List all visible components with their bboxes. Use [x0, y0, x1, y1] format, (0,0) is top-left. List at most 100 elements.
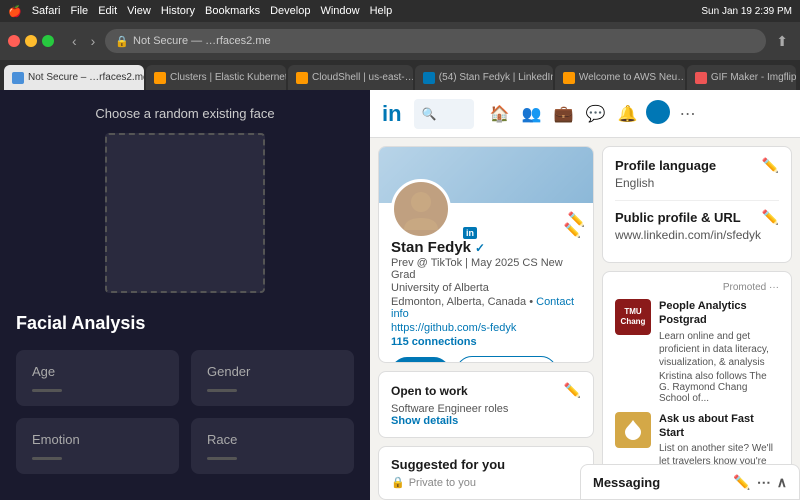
- messaging-compose-icon[interactable]: ✏️: [733, 474, 750, 491]
- promo-desc-tmu: Learn online and get proficient in data …: [659, 330, 779, 369]
- age-value: [32, 389, 62, 392]
- nav-home-icon[interactable]: 🏠: [486, 100, 514, 128]
- promoted-label: Promoted ···: [615, 282, 779, 293]
- choose-face-label: Choose a random existing face: [95, 106, 274, 121]
- tab-label-linkedin: (54) Stan Fedyk | LinkedIn: [439, 72, 553, 83]
- github-link[interactable]: https://github.com/s-fedyk: [391, 322, 581, 334]
- help-menu[interactable]: Help: [370, 5, 393, 17]
- verified-icon: ✓: [475, 241, 485, 255]
- develop-menu[interactable]: Develop: [270, 5, 310, 17]
- otw-title: Open to work: [391, 384, 468, 398]
- otw-role: Software Engineer roles: [391, 403, 581, 415]
- profile-language-value: English: [615, 176, 779, 190]
- linkedin-panel: in 🔍 🏠 👥 💼 💬 🔔 ⋯ ✏️: [370, 90, 800, 500]
- race-card: Race: [191, 418, 354, 474]
- tab-favicon-cloudshell: [296, 72, 308, 84]
- add-profile-section-button[interactable]: Add profile section: [456, 356, 558, 363]
- view-menu[interactable]: View: [127, 5, 151, 17]
- promo-title-airbnb[interactable]: Ask us about Fast Start: [659, 412, 779, 441]
- browser-tabs: Not Secure – …rfaces2.me Clusters | Elas…: [0, 60, 800, 90]
- nav-network-icon[interactable]: 👥: [518, 100, 546, 128]
- profile-language-section: Profile language ✏️ English: [615, 157, 779, 190]
- public-profile-edit-icon[interactable]: ✏️: [762, 209, 779, 226]
- edit-menu[interactable]: Edit: [98, 5, 117, 17]
- minimize-window-button[interactable]: [25, 35, 37, 47]
- suggested-title: Suggested for you: [391, 457, 581, 472]
- messaging-more-icon[interactable]: ⋯: [757, 474, 771, 491]
- share-button[interactable]: ⬆: [772, 31, 792, 52]
- linkedin-logo: in: [382, 101, 402, 127]
- profile-location: Edmonton, Alberta, Canada • Contact info: [391, 296, 581, 320]
- nav-grid-icon[interactable]: ⋯: [674, 100, 702, 128]
- emotion-card: Emotion: [16, 418, 179, 474]
- profile-edit-cover-icon[interactable]: ✏️: [568, 211, 585, 228]
- profile-language-title: Profile language ✏️: [615, 157, 779, 174]
- forward-button[interactable]: ›: [87, 31, 100, 51]
- address-bar[interactable]: 🔒 Not Secure — …rfaces2.me: [105, 29, 766, 53]
- browser-chrome: ‹ › 🔒 Not Secure — …rfaces2.me ⬆ Not Sec…: [0, 22, 800, 90]
- apple-menu[interactable]: 🍎: [8, 5, 22, 18]
- messaging-bar[interactable]: Messaging ✏️ ⋯ ∧: [580, 464, 800, 500]
- suggested-private-label: 🔒 Private to you: [391, 476, 581, 489]
- promo-title-tmu[interactable]: People Analytics Postgrad: [659, 299, 779, 328]
- mac-status-bar: Sun Jan 19 2:39 PM: [701, 6, 792, 17]
- promo-name-tmu: Kristina also follows The G. Raymond Cha…: [659, 371, 779, 404]
- profile-tagline: Prev @ TikTok | May 2025 CS New Grad: [391, 257, 581, 281]
- linkedin-search[interactable]: 🔍: [414, 99, 474, 129]
- gender-label: Gender: [207, 364, 250, 379]
- back-button[interactable]: ‹: [68, 31, 81, 51]
- linkedin-main: ✏️ in: [378, 146, 594, 500]
- fullscreen-window-button[interactable]: [42, 35, 54, 47]
- search-icon: 🔍: [422, 107, 437, 121]
- window-menu[interactable]: Window: [320, 5, 359, 17]
- public-profile-title: Public profile & URL ✏️: [615, 209, 779, 226]
- safari-menu[interactable]: Safari: [32, 5, 61, 17]
- otw-show-details-button[interactable]: Show details: [391, 415, 581, 427]
- tab-gif[interactable]: GIF Maker - Imgflip: [687, 65, 796, 90]
- gender-card: Gender: [191, 350, 354, 406]
- promo-text-tmu: People Analytics Postgrad Learn online a…: [659, 299, 779, 404]
- public-profile-section: Public profile & URL ✏️ www.linkedin.com…: [615, 209, 779, 242]
- lock-icon: 🔒: [115, 35, 129, 48]
- otw-header: Open to work ✏️: [391, 382, 581, 399]
- tab-favicon-aws: [563, 72, 575, 84]
- nav-jobs-icon[interactable]: 💼: [550, 100, 578, 128]
- public-profile-url[interactable]: www.linkedin.com/in/sfedyk: [615, 228, 779, 242]
- tab-cloudshell[interactable]: CloudShell | us-east-…: [288, 65, 413, 90]
- emotion-value: [32, 457, 62, 460]
- tab-eks[interactable]: Clusters | Elastic Kubernetes Service | …: [146, 65, 286, 90]
- tab-label-similarfaces: Not Secure – …rfaces2.me: [28, 72, 144, 83]
- profile-avatar-wrap: in: [391, 179, 451, 239]
- lock-small-icon: 🔒: [391, 476, 405, 489]
- history-menu[interactable]: History: [161, 5, 195, 17]
- open-to-button[interactable]: Open to: [391, 357, 450, 363]
- close-window-button[interactable]: [8, 35, 20, 47]
- nav-messages-icon[interactable]: 💬: [582, 100, 610, 128]
- tab-linkedin[interactable]: (54) Stan Fedyk | LinkedIn: [415, 65, 553, 90]
- file-menu[interactable]: File: [70, 5, 88, 17]
- tab-favicon-gif: [695, 72, 707, 84]
- nav-notifications-icon[interactable]: 🔔: [614, 100, 642, 128]
- messaging-collapse-icon[interactable]: ∧: [777, 474, 787, 491]
- profile-language-edit-icon[interactable]: ✏️: [762, 157, 779, 174]
- linkedin-sidebar: Profile language ✏️ English Public profi…: [602, 146, 792, 500]
- open-to-work-card: Open to work ✏️ Software Engineer roles …: [378, 371, 594, 438]
- profile-card: ✏️ in: [378, 146, 594, 363]
- nav-avatar[interactable]: [646, 100, 670, 124]
- tab-aws[interactable]: Welcome to AWS Neu…: [555, 65, 685, 90]
- tab-label-cloudshell: CloudShell | us-east-…: [312, 72, 413, 83]
- age-label: Age: [32, 364, 55, 379]
- tab-favicon-eks: [154, 72, 166, 84]
- time-display: Sun Jan 19 2:39 PM: [701, 6, 792, 17]
- analysis-grid: Age Gender Emotion Race: [16, 350, 354, 474]
- tab-favicon-linkedin: [423, 72, 435, 84]
- face-image-placeholder[interactable]: [105, 133, 265, 293]
- bookmarks-menu[interactable]: Bookmarks: [205, 5, 260, 17]
- otw-edit-icon[interactable]: ✏️: [564, 382, 581, 399]
- mac-topbar: 🍎 Safari File Edit View History Bookmark…: [0, 0, 800, 22]
- profile-connections[interactable]: 115 connections: [391, 336, 581, 348]
- tab-favicon-similarfaces: [12, 72, 24, 84]
- tab-similarfaces[interactable]: Not Secure – …rfaces2.me: [4, 65, 144, 90]
- messaging-label: Messaging: [593, 475, 660, 490]
- profile-language-card: Profile language ✏️ English Public profi…: [602, 146, 792, 263]
